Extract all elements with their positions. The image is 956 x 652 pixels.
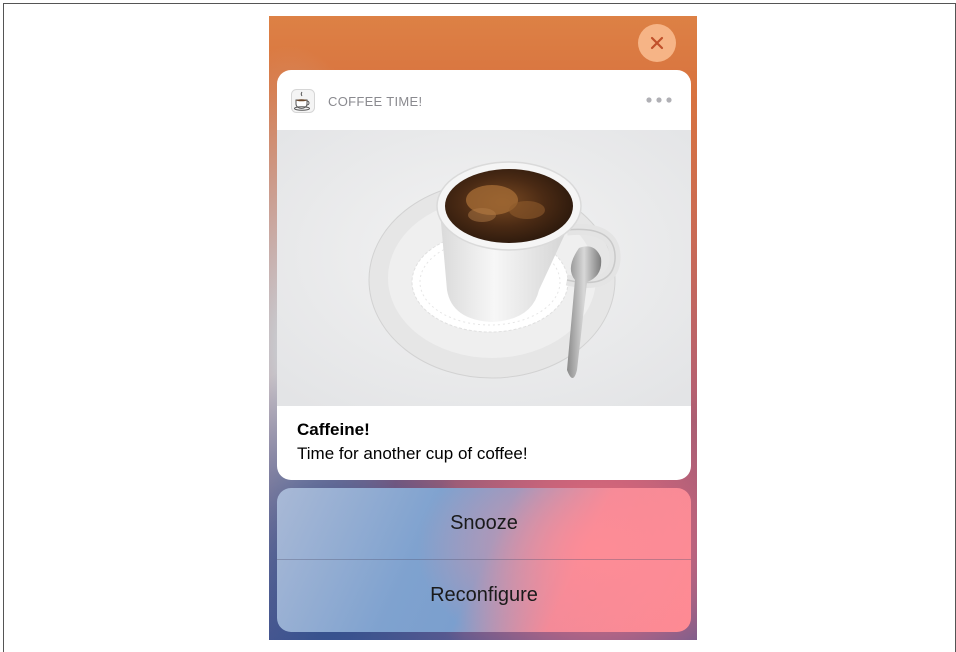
close-icon xyxy=(650,36,664,50)
notification-title: Caffeine! xyxy=(297,420,370,439)
notification-header: COFFEE TIME! xyxy=(277,70,691,130)
coffee-cup-image xyxy=(277,130,691,406)
more-options-icon[interactable] xyxy=(645,96,673,104)
reconfigure-button[interactable]: Reconfigure xyxy=(277,560,691,631)
notification-body: Time for another cup of coffee! xyxy=(297,444,528,463)
app-name: COFFEE TIME! xyxy=(328,94,423,109)
snooze-button[interactable]: Snooze xyxy=(277,488,691,559)
coffee-cup-icon xyxy=(291,89,315,113)
notification-card[interactable]: COFFEE TIME! Caffeine! Time for another … xyxy=(277,70,691,480)
notification-actions: Snooze Reconfigure xyxy=(277,488,691,632)
close-button[interactable] xyxy=(638,24,676,62)
notification-screen: COFFEE TIME! Caffeine! Time for another … xyxy=(269,16,697,640)
